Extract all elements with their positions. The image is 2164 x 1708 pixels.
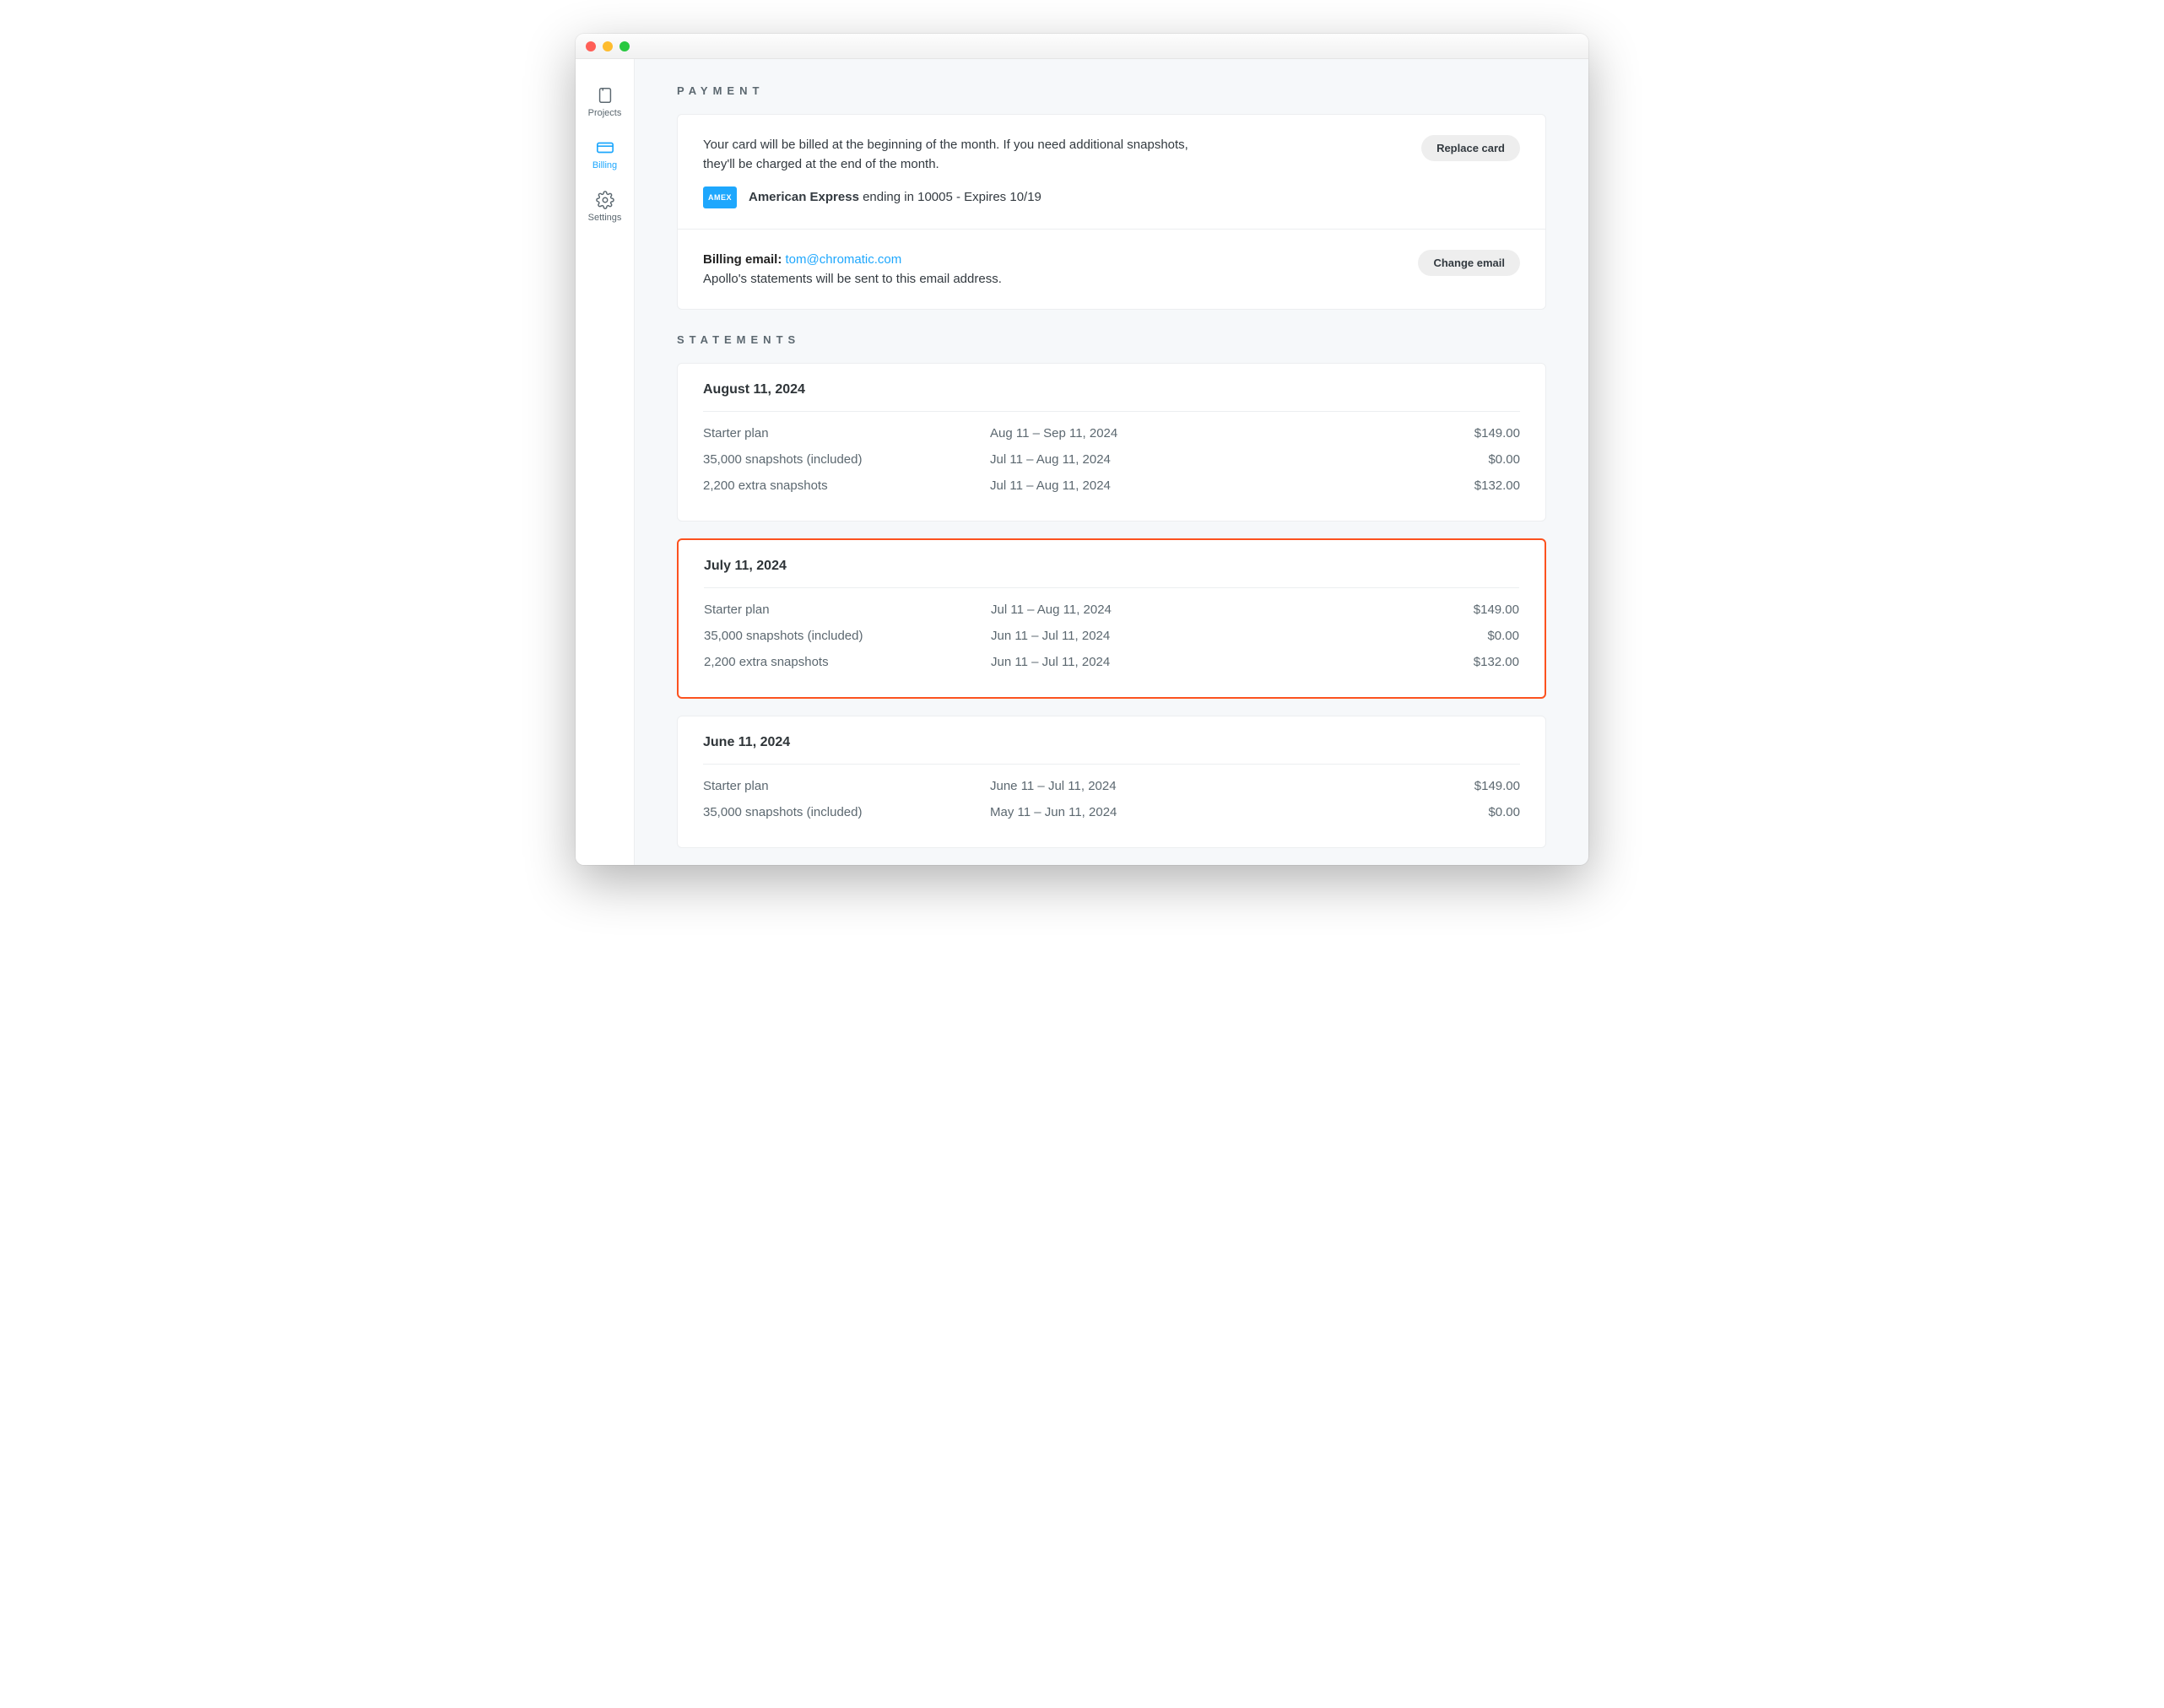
statements-heading: STATEMENTS bbox=[677, 333, 1546, 346]
card-brand: American Express bbox=[749, 190, 859, 204]
statement-card[interactable]: June 11, 2024 Starter planJune 11 – Jul 1… bbox=[677, 716, 1546, 848]
statement-line: 35,000 snapshots (included)Jul 11 – Aug … bbox=[703, 446, 1520, 473]
close-icon[interactable] bbox=[586, 41, 596, 51]
line-period: Jul 11 – Aug 11, 2024 bbox=[990, 452, 1419, 467]
line-period: June 11 – Jul 11, 2024 bbox=[990, 779, 1419, 793]
statement-line: Starter planJul 11 – Aug 11, 2024$149.00 bbox=[704, 597, 1519, 623]
statement-line: Starter planJune 11 – Jul 11, 2024$149.0… bbox=[703, 773, 1520, 799]
line-amount: $149.00 bbox=[1419, 779, 1520, 793]
statement-card[interactable]: August 11, 2024Starter planAug 11 – Sep … bbox=[677, 363, 1546, 522]
sidebar-item-label: Billing bbox=[592, 160, 617, 170]
sidebar: Projects Billing Settings bbox=[576, 59, 635, 865]
line-amount: $132.00 bbox=[1418, 655, 1519, 669]
line-period: Jun 11 – Jul 11, 2024 bbox=[991, 655, 1418, 669]
statement-date: June 11, 2024 bbox=[678, 716, 1545, 764]
line-amount: $149.00 bbox=[1419, 426, 1520, 441]
line-period: Jul 11 – Aug 11, 2024 bbox=[991, 603, 1418, 617]
minimize-icon[interactable] bbox=[603, 41, 613, 51]
replace-card-button[interactable]: Replace card bbox=[1421, 135, 1520, 161]
billing-email-note: Apollo's statements will be sent to this… bbox=[703, 269, 1002, 289]
statement-line: 2,200 extra snapshotsJun 11 – Jul 11, 20… bbox=[704, 649, 1519, 675]
payment-heading: PAYMENT bbox=[677, 84, 1546, 97]
billing-email-row: Billing email: tom@chromatic.com bbox=[703, 250, 1002, 269]
billing-email-label: Billing email: bbox=[703, 252, 786, 267]
line-period: Jun 11 – Jul 11, 2024 bbox=[991, 629, 1418, 643]
card-suffix: ending in 10005 - Expires 10/19 bbox=[859, 190, 1041, 204]
amex-icon: AMEX bbox=[703, 186, 737, 208]
payment-card: Your card will be billed at the beginnin… bbox=[677, 114, 1546, 310]
statement-line: 35,000 snapshots (included)Jun 11 – Jul … bbox=[704, 623, 1519, 649]
card-on-file-text: American Express ending in 10005 - Expir… bbox=[749, 190, 1041, 204]
statement-line: 35,000 snapshots (included)May 11 – Jun … bbox=[703, 799, 1520, 825]
line-amount: $0.00 bbox=[1418, 629, 1519, 643]
line-description: Starter plan bbox=[703, 779, 990, 793]
payment-card-section-card: Your card will be billed at the beginnin… bbox=[678, 115, 1545, 229]
change-email-button[interactable]: Change email bbox=[1418, 250, 1520, 276]
statement-rows: Starter planAug 11 – Sep 11, 2024$149.00… bbox=[678, 412, 1545, 521]
line-amount: $132.00 bbox=[1419, 478, 1520, 493]
statement-rows: Starter planJune 11 – Jul 11, 2024$149.0… bbox=[678, 765, 1545, 847]
sidebar-item-billing[interactable]: Billing bbox=[576, 128, 634, 181]
line-period: Jul 11 – Aug 11, 2024 bbox=[990, 478, 1419, 493]
gear-icon bbox=[596, 191, 614, 209]
titlebar bbox=[576, 34, 1588, 59]
line-description: Starter plan bbox=[704, 603, 991, 617]
statement-line: Starter planAug 11 – Sep 11, 2024$149.00 bbox=[703, 420, 1520, 446]
statement-rows: Starter planJul 11 – Aug 11, 2024$149.00… bbox=[679, 588, 1545, 697]
line-description: 35,000 snapshots (included) bbox=[703, 452, 990, 467]
line-description: 2,200 extra snapshots bbox=[703, 478, 990, 493]
payment-blurb: Your card will be billed at the beginnin… bbox=[703, 135, 1209, 175]
sidebar-item-settings[interactable]: Settings bbox=[576, 181, 634, 233]
line-description: 35,000 snapshots (included) bbox=[703, 805, 990, 819]
billing-email-link[interactable]: tom@chromatic.com bbox=[786, 252, 902, 267]
line-amount: $0.00 bbox=[1419, 805, 1520, 819]
line-amount: $0.00 bbox=[1419, 452, 1520, 467]
line-amount: $149.00 bbox=[1418, 603, 1519, 617]
sidebar-item-projects[interactable]: Projects bbox=[576, 76, 634, 128]
app-window: Projects Billing Settings PAYMENT bbox=[576, 34, 1588, 865]
payment-card-section-email: Billing email: tom@chromatic.com Apollo'… bbox=[678, 229, 1545, 310]
line-description: Starter plan bbox=[703, 426, 990, 441]
statement-date: July 11, 2024 bbox=[679, 540, 1545, 587]
projects-icon bbox=[596, 86, 614, 105]
sidebar-item-label: Settings bbox=[588, 213, 622, 223]
card-icon bbox=[596, 138, 614, 157]
line-period: Aug 11 – Sep 11, 2024 bbox=[990, 426, 1419, 441]
maximize-icon[interactable] bbox=[619, 41, 630, 51]
statements-list: August 11, 2024Starter planAug 11 – Sep … bbox=[677, 363, 1546, 848]
line-description: 35,000 snapshots (included) bbox=[704, 629, 991, 643]
sidebar-item-label: Projects bbox=[588, 108, 622, 118]
card-on-file: AMEX American Express ending in 10005 - … bbox=[703, 186, 1209, 208]
main-content: PAYMENT Your card will be billed at the … bbox=[635, 59, 1588, 865]
line-period: May 11 – Jun 11, 2024 bbox=[990, 805, 1419, 819]
statement-date: August 11, 2024 bbox=[678, 364, 1545, 411]
line-description: 2,200 extra snapshots bbox=[704, 655, 991, 669]
statement-card[interactable]: July 11, 2024Starter planJul 11 – Aug 11… bbox=[677, 538, 1546, 699]
statement-line: 2,200 extra snapshotsJul 11 – Aug 11, 20… bbox=[703, 473, 1520, 499]
